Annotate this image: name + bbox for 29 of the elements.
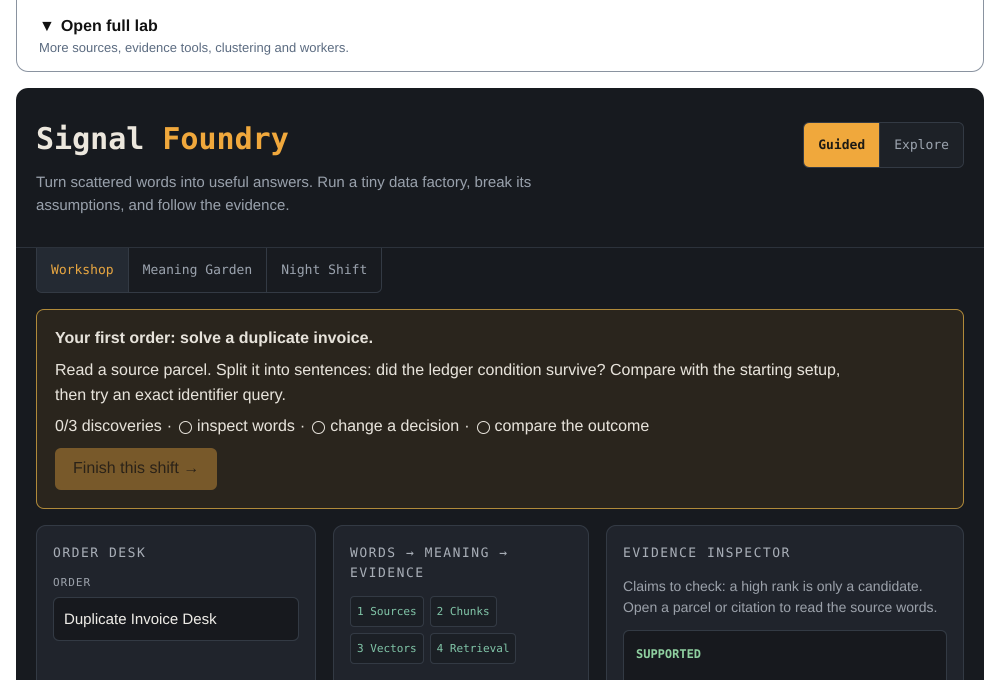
open-full-lab-toggle[interactable]: ▼ Open full lab bbox=[39, 18, 961, 36]
separator-dot: · bbox=[464, 418, 470, 436]
order-field[interactable]: Duplicate Invoice Desk bbox=[53, 597, 299, 641]
tab[interactable]: Workshop bbox=[37, 248, 128, 292]
app-title: Foundry bbox=[162, 122, 289, 157]
field-label: ORDER bbox=[53, 576, 92, 589]
discovery-count: 0/3 discoveries bbox=[55, 418, 162, 436]
panel-heading: EVIDENCE INSPECTOR bbox=[623, 545, 792, 563]
stage-chip[interactable]: 2 Chunks bbox=[430, 596, 497, 627]
step-label: change a decision bbox=[330, 418, 460, 436]
order-title: Your first order: solve a duplicate invoice. bbox=[55, 330, 374, 348]
mode-button[interactable]: Explore bbox=[879, 123, 963, 167]
inspector-intro: Claims to check: a high rank is only a candidate. Open a parcel or citation to read the source words. bbox=[623, 577, 938, 617]
panel-heading: ORDER DESK bbox=[53, 545, 148, 563]
separator-dot: · bbox=[300, 418, 306, 436]
mode-button[interactable]: Guided bbox=[804, 123, 880, 167]
step-label: compare the outcome bbox=[494, 418, 650, 436]
stage-chip[interactable]: 4 Retrieval bbox=[430, 633, 516, 664]
separator-dot: · bbox=[166, 418, 172, 436]
app-subtitle: Turn scattered words into useful answers. Run a tiny data factory, break its assumptions, and follow the evidence. bbox=[36, 173, 532, 216]
lab-description: More sources, evidence tools, clustering and workers. bbox=[39, 40, 350, 55]
app-title: Signal bbox=[36, 122, 144, 157]
stage-chip[interactable]: 3 Vectors bbox=[350, 633, 424, 664]
stage-chip[interactable]: 1 Sources bbox=[350, 596, 424, 627]
panel-heading: WORDS → MEANING → EVIDENCE bbox=[350, 545, 510, 583]
tab[interactable]: Night Shift bbox=[266, 248, 382, 292]
verdict-label: SUPPORTED bbox=[636, 647, 702, 661]
step-label: inspect words bbox=[197, 418, 295, 436]
order-instructions: Read a source parcel. Split it into sentences: did the ledger condition survive? Compare with the starting setup, then try an exact identifier query. bbox=[55, 361, 842, 406]
